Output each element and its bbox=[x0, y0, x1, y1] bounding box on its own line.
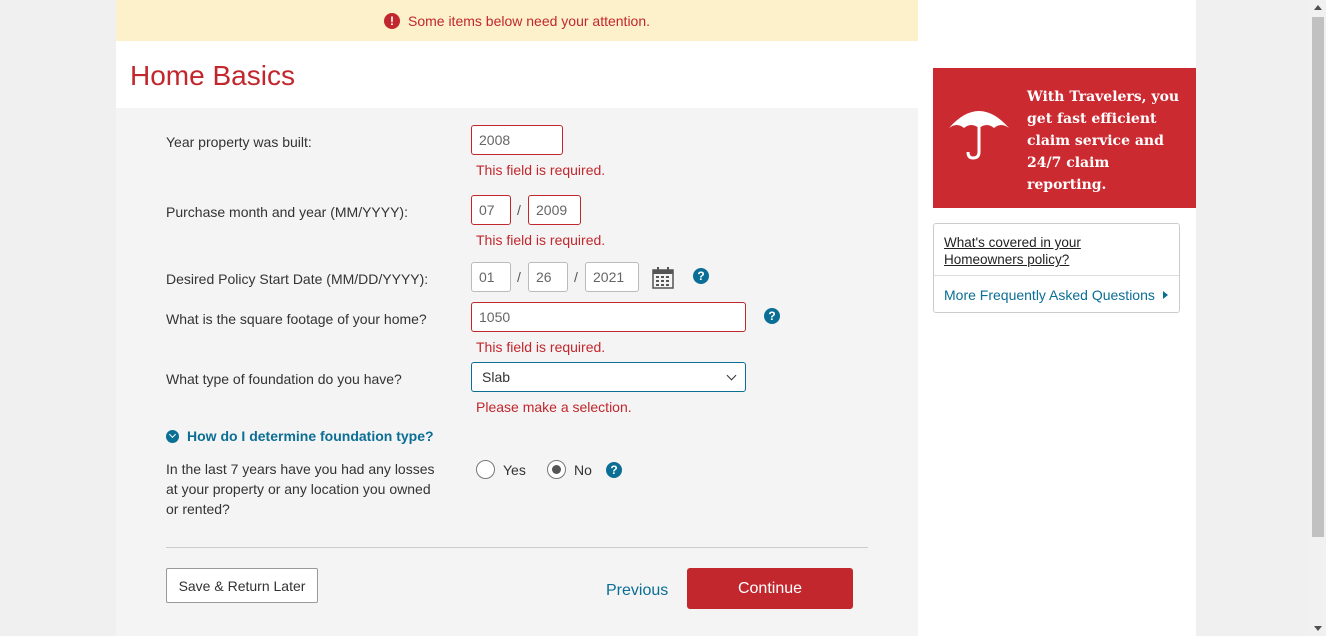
square-footage-label: What is the square footage of your home? bbox=[166, 311, 427, 327]
year-built-error: This field is required. bbox=[476, 162, 606, 178]
continue-button[interactable]: Continue bbox=[687, 568, 853, 609]
radio-circle[interactable] bbox=[476, 460, 495, 479]
previous-button[interactable]: Previous bbox=[606, 582, 668, 600]
purchase-date-label: Purchase month and year (MM/YYYY): bbox=[166, 204, 408, 220]
start-year-input[interactable]: 2021 bbox=[585, 262, 639, 292]
calendar-icon[interactable] bbox=[652, 267, 674, 294]
more-faq-link[interactable]: More Frequently Asked Questions bbox=[944, 287, 1168, 303]
year-built-input[interactable]: 2008 bbox=[471, 125, 563, 155]
divider bbox=[166, 547, 868, 548]
page-scrollbar[interactable] bbox=[1310, 0, 1326, 636]
foundation-label: What type of foundation do you have? bbox=[166, 371, 402, 387]
attention-message: Some items below need your attention. bbox=[407, 12, 651, 29]
travelers-promo: With Travelers, you get fast efficient c… bbox=[933, 68, 1196, 208]
foundation-select[interactable]: Slab bbox=[471, 362, 746, 392]
save-return-later-button[interactable]: Save & Return Later bbox=[166, 568, 318, 603]
page-title: Home Basics bbox=[130, 60, 295, 91]
divider bbox=[934, 275, 1179, 276]
square-footage-error: This field is required. bbox=[476, 339, 606, 355]
help-icon[interactable]: ? bbox=[764, 308, 780, 324]
start-month-input[interactable]: 01 bbox=[471, 262, 511, 292]
scroll-up-icon[interactable] bbox=[1314, 5, 1322, 10]
foundation-help-label: How do I determine foundation type? bbox=[187, 428, 434, 444]
losses-yes-radio[interactable]: Yes bbox=[476, 460, 526, 479]
scroll-down-icon[interactable] bbox=[1314, 626, 1322, 631]
date-separator: / bbox=[517, 269, 521, 285]
foundation-error: Please make a selection. bbox=[476, 399, 632, 415]
losses-question-line: In the last 7 years have you had any los… bbox=[166, 461, 435, 477]
purchase-year-input[interactable]: 2009 bbox=[528, 195, 581, 225]
radio-label: Yes bbox=[503, 461, 526, 478]
caret-right-icon bbox=[1162, 291, 1168, 299]
foundation-selected-value: Slab bbox=[482, 369, 511, 385]
faq-box: What's covered in your Homeowners policy… bbox=[933, 223, 1180, 313]
losses-question-line: or rented? bbox=[166, 501, 230, 517]
promo-text: With Travelers, you get fast efficient c… bbox=[1027, 89, 1180, 193]
help-icon[interactable]: ? bbox=[606, 462, 622, 478]
page: ! Some items below need your attention. … bbox=[116, 0, 1196, 636]
square-footage-input[interactable]: 1050 bbox=[471, 302, 746, 332]
chevron-down-icon bbox=[166, 429, 179, 443]
date-separator: / bbox=[517, 202, 521, 218]
purchase-date-error: This field is required. bbox=[476, 232, 606, 248]
radio-circle[interactable] bbox=[547, 460, 566, 479]
losses-no-radio[interactable]: No bbox=[547, 460, 592, 479]
whats-covered-link[interactable]: What's covered in your Homeowners policy… bbox=[944, 234, 1144, 268]
attention-banner: ! Some items below need your attention. bbox=[116, 0, 918, 41]
more-faq-label: More Frequently Asked Questions bbox=[944, 287, 1155, 303]
losses-question: In the last 7 years have you had any los… bbox=[166, 459, 456, 519]
scrollbar-thumb[interactable] bbox=[1312, 17, 1324, 537]
date-separator: / bbox=[574, 269, 578, 285]
chevron-down-icon bbox=[726, 370, 737, 380]
home-basics-form: Year property was built: 2008 This field… bbox=[116, 108, 918, 636]
foundation-help-toggle[interactable]: How do I determine foundation type? bbox=[166, 428, 434, 444]
purchase-month-input[interactable]: 07 bbox=[471, 195, 511, 225]
help-icon[interactable]: ? bbox=[693, 268, 709, 284]
alert-icon: ! bbox=[383, 12, 400, 29]
policy-start-label: Desired Policy Start Date (MM/DD/YYYY): bbox=[166, 271, 429, 287]
umbrella-icon bbox=[947, 100, 1011, 165]
start-day-input[interactable]: 26 bbox=[528, 262, 568, 292]
radio-label: No bbox=[574, 461, 592, 478]
year-built-label: Year property was built: bbox=[166, 134, 312, 150]
losses-question-line: at your property or any location you own… bbox=[166, 481, 431, 497]
